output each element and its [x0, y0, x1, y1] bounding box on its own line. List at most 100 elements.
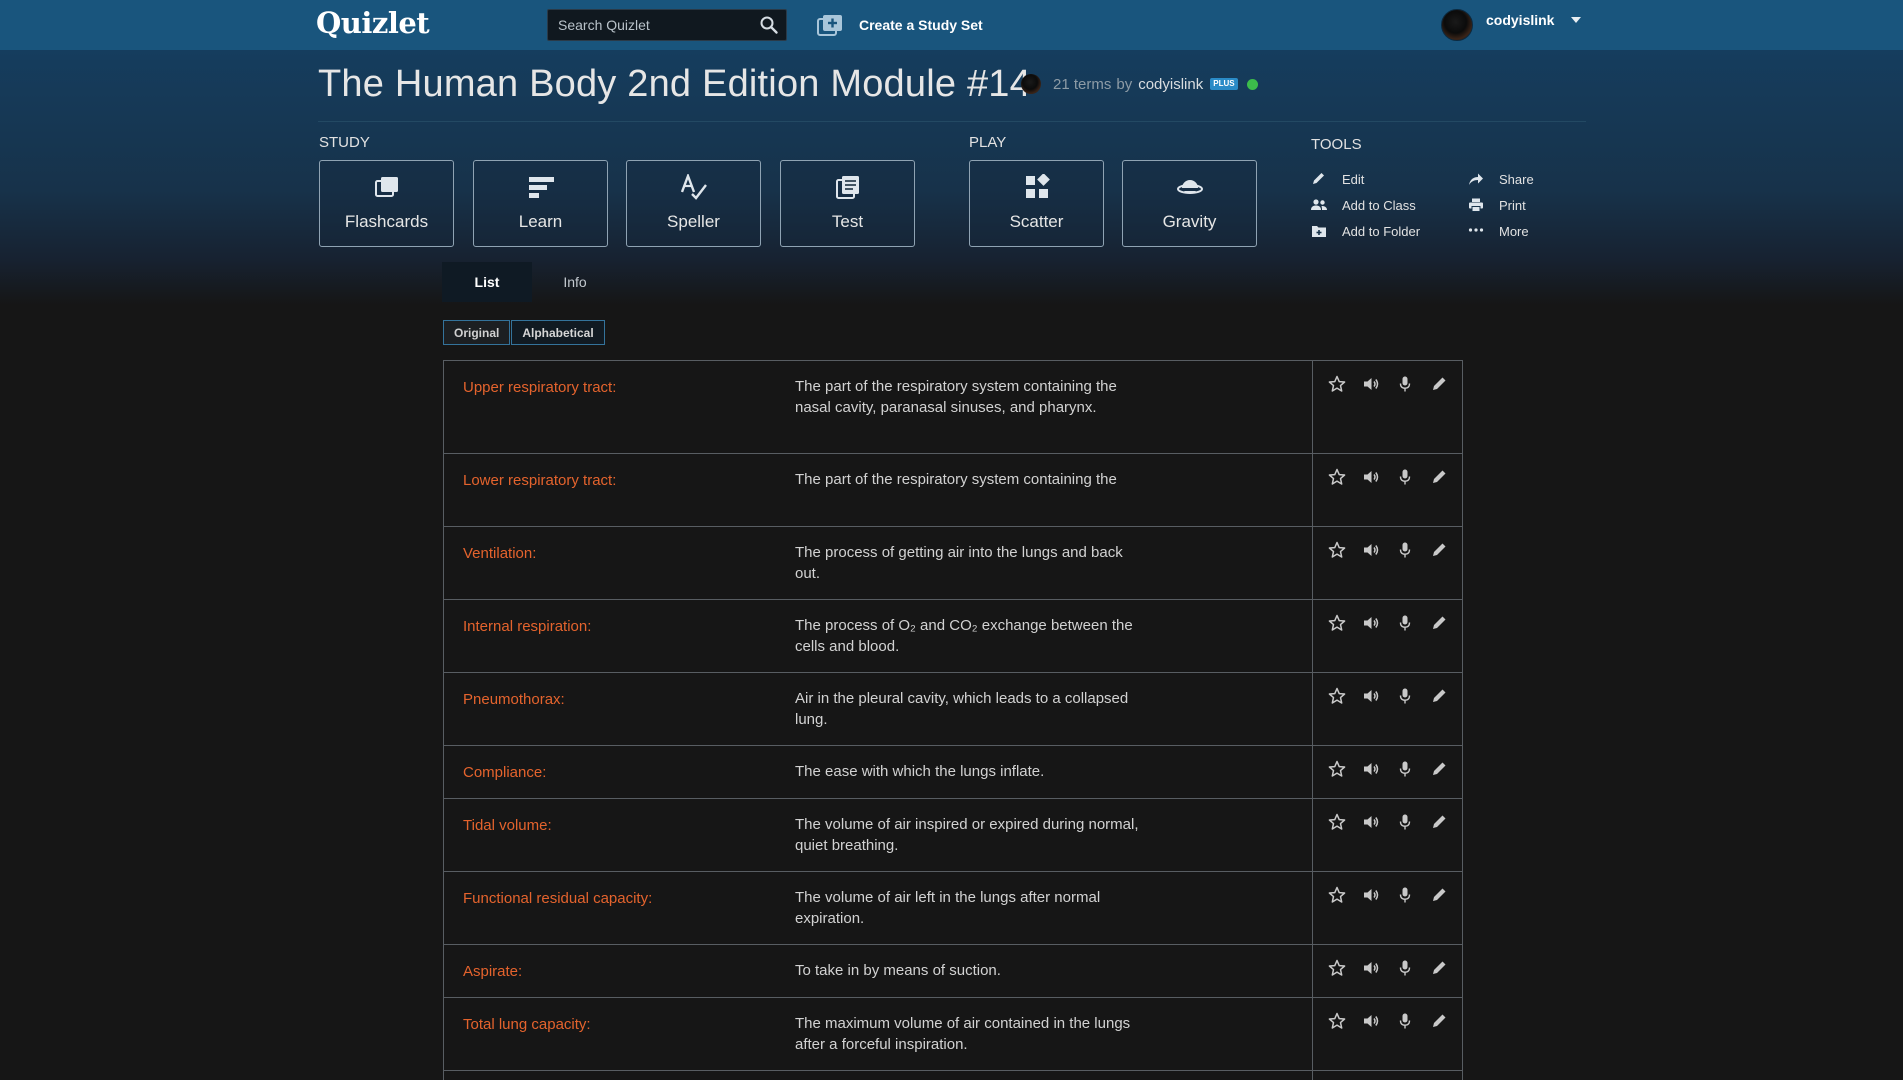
quizlet-logo[interactable]: Quizlet [316, 6, 430, 40]
by-label: by [1116, 75, 1133, 93]
term-row: Total lung capacity: The maximum volume o… [444, 998, 1462, 1071]
learn-button[interactable]: Learn [473, 160, 608, 247]
term-word: Ventilation: [463, 545, 537, 562]
top-nav: Quizlet Create a Study Set codyislink [0, 0, 1903, 50]
user-menu[interactable]: codyislink [1441, 9, 1582, 41]
term-definition: The maximum volume of air contained in t… [795, 1015, 1131, 1053]
tab-list[interactable]: List [442, 262, 532, 302]
add-to-folder-label: Add to Folder [1342, 223, 1421, 239]
avatar[interactable] [1441, 9, 1473, 41]
term-actions [1312, 600, 1462, 672]
term-actions [1312, 673, 1462, 745]
speaker-icon[interactable] [1362, 614, 1380, 632]
pencil-icon[interactable] [1430, 959, 1448, 977]
flashcards-icon [374, 177, 398, 197]
term-definition: The part of the respiratory system conta… [795, 378, 1117, 416]
print-tool[interactable]: Print [1468, 196, 1526, 214]
microphone-icon[interactable] [1396, 468, 1414, 486]
microphone-icon[interactable] [1396, 375, 1414, 393]
term-word: Pneumothorax: [463, 691, 565, 708]
speaker-icon[interactable] [1362, 886, 1380, 904]
speaker-icon[interactable] [1362, 375, 1380, 393]
microphone-icon[interactable] [1396, 687, 1414, 705]
term-word: Compliance: [463, 764, 547, 781]
pencil-icon[interactable] [1430, 614, 1448, 632]
gravity-icon [1176, 180, 1203, 194]
speaker-icon[interactable] [1362, 468, 1380, 486]
more-tool[interactable]: More [1468, 222, 1529, 240]
speaker-icon[interactable] [1362, 1012, 1380, 1030]
microphone-icon[interactable] [1396, 959, 1414, 977]
scatter-icon [1025, 174, 1050, 198]
flashcards-button[interactable]: Flashcards [319, 160, 454, 247]
sort-alphabetical-button[interactable]: Alphabetical [511, 320, 605, 345]
add-to-folder-tool[interactable]: Add to Folder [1311, 222, 1420, 240]
term-word: Internal respiration: [463, 618, 592, 635]
pencil-icon[interactable] [1430, 468, 1448, 486]
star-icon[interactable] [1328, 687, 1346, 705]
star-icon[interactable] [1328, 541, 1346, 559]
star-icon[interactable] [1328, 760, 1346, 778]
microphone-icon[interactable] [1396, 813, 1414, 831]
pencil-icon[interactable] [1430, 687, 1448, 705]
learn-icon [528, 177, 554, 198]
pencil-icon[interactable] [1430, 886, 1448, 904]
pencil-icon[interactable] [1430, 541, 1448, 559]
term-definition: The ease with which the lungs inflate. [795, 763, 1045, 780]
term-actions [1312, 361, 1462, 453]
speaker-icon[interactable] [1362, 687, 1380, 705]
microphone-icon[interactable] [1396, 760, 1414, 778]
speller-button[interactable]: Speller [626, 160, 761, 247]
pencil-icon[interactable] [1430, 1012, 1448, 1030]
speaker-icon[interactable] [1362, 541, 1380, 559]
create-study-set-button[interactable]: Create a Study Set [817, 12, 983, 38]
add-to-class-tool[interactable]: Add to Class [1311, 196, 1416, 214]
test-button[interactable]: Test [780, 160, 915, 247]
scatter-button[interactable]: Scatter [969, 160, 1104, 247]
star-icon[interactable] [1328, 375, 1346, 393]
scatter-label: Scatter [1009, 212, 1064, 231]
search-box[interactable] [547, 9, 787, 41]
microphone-icon[interactable] [1396, 886, 1414, 904]
edit-tool[interactable]: Edit [1311, 170, 1364, 188]
more-icon [1468, 228, 1484, 232]
search-input[interactable] [548, 10, 748, 40]
more-tool-label: More [1499, 223, 1529, 239]
pencil-icon[interactable] [1430, 813, 1448, 831]
sort-original-button[interactable]: Original [443, 320, 511, 345]
star-icon[interactable] [1328, 468, 1346, 486]
class-icon [1311, 199, 1327, 210]
term-row: Aspirate: To take in by means of suction. [444, 945, 1462, 998]
search-icon[interactable] [759, 15, 779, 35]
share-tool[interactable]: Share [1468, 170, 1534, 188]
pencil-icon[interactable] [1430, 760, 1448, 778]
term-actions [1312, 527, 1462, 599]
username[interactable]: codyislink [1486, 12, 1554, 28]
microphone-icon[interactable] [1396, 541, 1414, 559]
star-icon[interactable] [1328, 614, 1346, 632]
microphone-icon[interactable] [1396, 614, 1414, 632]
tools-heading: TOOLS [1311, 136, 1362, 153]
star-icon[interactable] [1328, 886, 1346, 904]
term-definition: The part of the respiratory system conta… [795, 471, 1117, 488]
term-row: Compliance: The ease with which the lungs… [444, 746, 1462, 799]
terms-count: 21 terms [1053, 75, 1112, 93]
gravity-button[interactable]: Gravity [1122, 160, 1257, 247]
print-tool-label: Print [1499, 197, 1526, 213]
creator-link[interactable]: codyislink [1138, 76, 1203, 93]
flashcards-label: Flashcards [344, 212, 429, 231]
microphone-icon[interactable] [1396, 1012, 1414, 1030]
term-word: Functional residual capacity: [463, 890, 653, 907]
creator-avatar[interactable] [1021, 74, 1041, 94]
pencil-icon[interactable] [1430, 375, 1448, 393]
star-icon[interactable] [1328, 1012, 1346, 1030]
speller-label: Speller [667, 212, 720, 231]
speaker-icon[interactable] [1362, 959, 1380, 977]
speaker-icon[interactable] [1362, 813, 1380, 831]
chevron-down-icon[interactable] [1571, 17, 1582, 23]
test-icon [835, 176, 859, 199]
tab-info[interactable]: Info [540, 262, 610, 302]
speaker-icon[interactable] [1362, 760, 1380, 778]
star-icon[interactable] [1328, 813, 1346, 831]
star-icon[interactable] [1328, 959, 1346, 977]
